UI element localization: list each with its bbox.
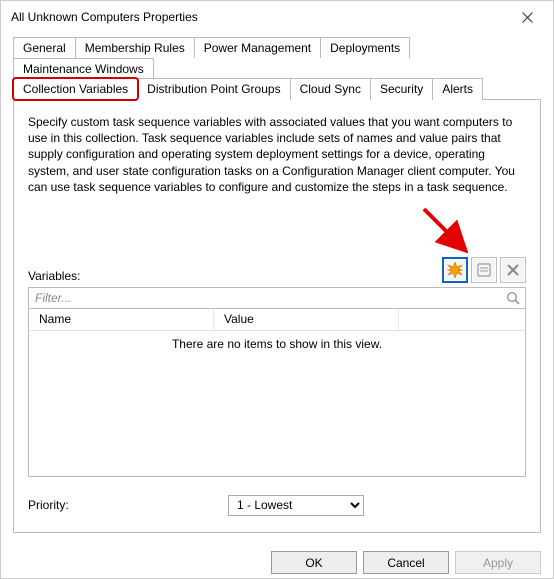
variables-toolbar (442, 257, 526, 283)
tab-panel: Specify custom task sequence variables w… (13, 99, 541, 533)
tab-collection-variables[interactable]: Collection Variables (13, 78, 138, 100)
description-text: Specify custom task sequence variables w… (28, 114, 526, 195)
search-icon (505, 290, 521, 306)
titlebar: All Unknown Computers Properties (1, 1, 553, 33)
ok-button[interactable]: OK (271, 551, 357, 574)
tab-strip: General Membership Rules Power Managemen… (13, 37, 541, 100)
column-name[interactable]: Name (29, 309, 214, 330)
cancel-button[interactable]: Cancel (363, 551, 449, 574)
close-button[interactable] (507, 3, 547, 31)
variables-list[interactable]: Name Value There are no items to show in… (28, 309, 526, 477)
delete-x-icon (505, 262, 521, 278)
tab-alerts[interactable]: Alerts (432, 78, 483, 100)
list-header: Name Value (29, 309, 525, 331)
tab-deployments[interactable]: Deployments (320, 37, 410, 58)
filter-input[interactable] (33, 290, 521, 306)
new-starburst-icon (447, 262, 463, 278)
window-title: All Unknown Computers Properties (11, 10, 198, 24)
filter-box (28, 287, 526, 309)
tab-security[interactable]: Security (370, 78, 433, 100)
variables-header-row: Variables: (28, 257, 526, 283)
tab-cloud-sync[interactable]: Cloud Sync (290, 78, 371, 100)
tab-membership-rules[interactable]: Membership Rules (75, 37, 195, 58)
client-area: General Membership Rules Power Managemen… (1, 33, 553, 543)
close-icon (522, 12, 533, 23)
variables-label: Variables: (28, 269, 80, 283)
apply-button: Apply (455, 551, 541, 574)
new-variable-button[interactable] (442, 257, 468, 283)
priority-select[interactable]: 1 - Lowest (228, 495, 364, 516)
tab-maintenance-windows[interactable]: Maintenance Windows (13, 58, 154, 79)
delete-variable-button[interactable] (500, 257, 526, 283)
properties-icon (476, 262, 492, 278)
tab-distribution-point-groups[interactable]: Distribution Point Groups (137, 78, 290, 100)
priority-row: Priority: 1 - Lowest (28, 495, 526, 516)
properties-dialog: All Unknown Computers Properties General… (0, 0, 554, 579)
priority-label: Priority: (28, 498, 228, 512)
edit-variable-button[interactable] (471, 257, 497, 283)
tab-power-management[interactable]: Power Management (194, 37, 321, 58)
callout-arrow-icon (418, 203, 474, 259)
column-value[interactable]: Value (214, 309, 399, 330)
tab-general[interactable]: General (13, 37, 76, 58)
list-empty-text: There are no items to show in this view. (29, 331, 525, 351)
dialog-buttons: OK Cancel Apply (1, 543, 553, 578)
column-spacer (399, 309, 525, 330)
